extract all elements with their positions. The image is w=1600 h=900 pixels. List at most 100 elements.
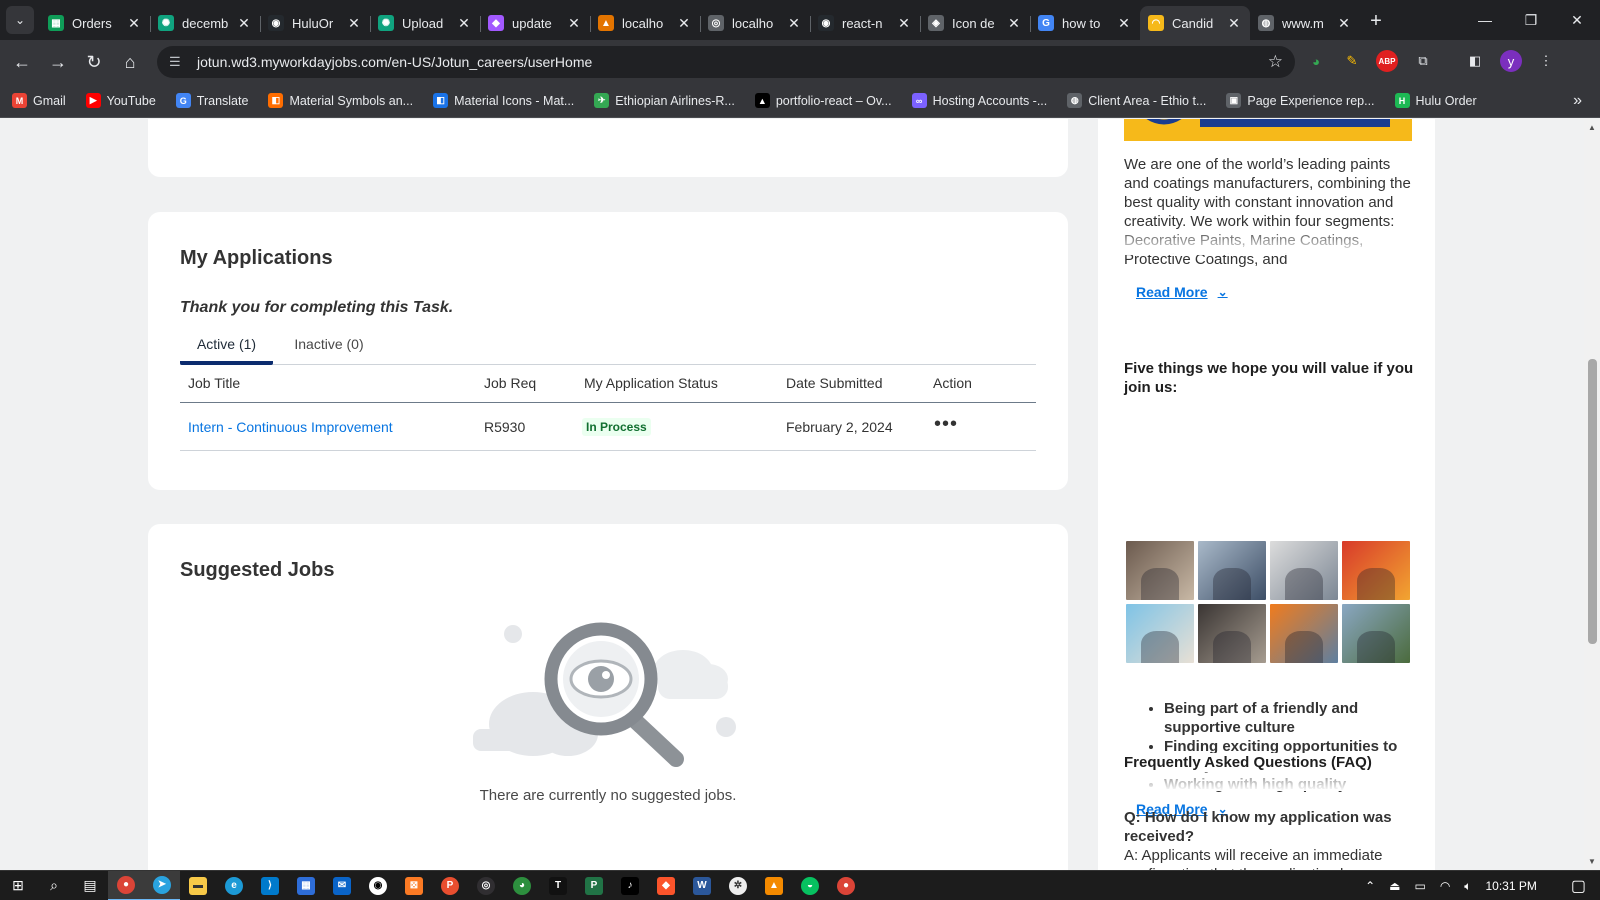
edge-icon[interactable]: e (216, 871, 252, 900)
volume-icon[interactable]: 🔈︎ (1464, 879, 1471, 894)
job-req-value: R5930 (484, 419, 526, 435)
tab-close-icon[interactable]: ✕ (346, 15, 362, 32)
browser-tab[interactable]: ✺ Upload ✕ (370, 6, 480, 40)
browser-tab[interactable]: ◈ Icon de ✕ (920, 6, 1030, 40)
browser-menu-icon[interactable]: ⋮ (1535, 50, 1557, 72)
color-picker-icon[interactable]: ◕ (504, 871, 540, 900)
tab-close-icon[interactable]: ✕ (896, 15, 912, 32)
adblock-plus-icon[interactable]: ABP (1376, 50, 1398, 72)
scroll-down-arrow-icon[interactable]: ▼ (1588, 857, 1596, 866)
mail-icon[interactable]: ✉ (324, 871, 360, 900)
postman-icon[interactable]: P (432, 871, 468, 900)
wechat-icon[interactable]: ◒ (792, 871, 828, 900)
vlc-icon[interactable]: ▲ (756, 871, 792, 900)
bookmark-item[interactable]: ◧ Material Symbols an... (268, 93, 413, 108)
browser-tab[interactable]: ✺ decemb ✕ (150, 6, 260, 40)
usb-icon[interactable]: ⏏ (1389, 879, 1400, 893)
bookmark-item[interactable]: G Translate (175, 93, 248, 108)
bookmark-item[interactable]: ◧ Material Icons - Mat... (433, 93, 574, 108)
tab-close-icon[interactable]: ✕ (566, 15, 582, 32)
extension-pen-icon[interactable]: ✎ (1341, 50, 1363, 72)
reload-icon[interactable]: ↻ (76, 44, 112, 80)
file-explorer-icon[interactable]: ▬ (180, 871, 216, 900)
row-actions-menu-button[interactable]: ••• (934, 414, 958, 434)
browser-tab[interactable]: ◆ update ✕ (480, 6, 590, 40)
address-bar[interactable]: ☰ jotun.wd3.myworkdayjobs.com/en-US/Jotu… (157, 46, 1295, 78)
bookmark-item[interactable]: ▲ portfolio-react – Ov... (754, 93, 892, 108)
tab-close-icon[interactable]: ✕ (1226, 15, 1242, 32)
notification-icon[interactable]: ▢ (1571, 876, 1586, 896)
browser-tab[interactable]: ◍ www.m ✕ (1250, 6, 1360, 40)
bookmark-item[interactable]: H Hulu Order (1394, 93, 1477, 108)
task-view-icon[interactable]: ▤ (72, 871, 108, 900)
browser-tab[interactable]: ◉ react-n ✕ (810, 6, 920, 40)
show-hidden-icons-icon[interactable]: ⌃ (1365, 879, 1375, 893)
bookmark-item[interactable]: ▶ YouTube (85, 93, 156, 108)
battery-icon[interactable]: ▭ (1414, 879, 1425, 893)
word-icon[interactable]: W (684, 871, 720, 900)
tiktok-icon[interactable]: ♪ (612, 871, 648, 900)
chrome-taskbar-icon[interactable]: ● (108, 870, 144, 900)
extensions-puzzle-icon[interactable]: ⧉ (1412, 50, 1434, 72)
tab-close-icon[interactable]: ✕ (236, 15, 252, 32)
profile-avatar[interactable]: y (1500, 50, 1522, 72)
tab-close-icon[interactable]: ✕ (126, 15, 142, 32)
scrollbar-thumb[interactable] (1588, 359, 1597, 644)
bookmark-item[interactable]: ∞ Hosting Accounts -... (911, 93, 1048, 108)
chrome-alt-icon[interactable]: ● (828, 871, 864, 900)
xampp-icon[interactable]: ⊠ (396, 871, 432, 900)
back-icon[interactable]: ← (4, 44, 40, 80)
clock-time[interactable]: 10:31 PM (1486, 879, 1537, 893)
tab-inactive-applications[interactable]: Inactive (0) (284, 327, 374, 365)
project-icon[interactable]: P (576, 871, 612, 900)
site-info-icon[interactable]: ☰ (169, 54, 189, 70)
brave-icon[interactable]: ◆ (648, 871, 684, 900)
new-tab-button[interactable]: + (1360, 10, 1392, 33)
minimize-icon[interactable]: — (1462, 0, 1508, 40)
browser-tab[interactable]: ◠ Candid ✕ (1140, 6, 1250, 40)
side-panel-icon[interactable]: ◧ (1464, 50, 1486, 72)
settings-gear-icon[interactable]: ✲ (720, 871, 756, 900)
obs-icon[interactable]: ◎ (468, 871, 504, 900)
bookmark-item[interactable]: ◍ Client Area - Ethio t... (1067, 93, 1206, 108)
tab-close-icon[interactable]: ✕ (676, 15, 692, 32)
tab-close-icon[interactable]: ✕ (1006, 15, 1022, 32)
forward-icon[interactable]: → (40, 44, 76, 80)
browser-tab[interactable]: ▲ localho ✕ (590, 6, 700, 40)
bookmark-item[interactable]: ▣ Page Experience rep... (1226, 93, 1375, 108)
browser-tab[interactable]: ◎ localho ✕ (700, 6, 810, 40)
windows-start-icon[interactable]: ⊞ (0, 871, 36, 900)
store-icon[interactable]: ▦ (288, 871, 324, 900)
bookmark-label: Gmail (33, 93, 66, 108)
more-bookmarks-icon[interactable]: » (1573, 92, 1582, 110)
search-icon[interactable]: ⌕ (36, 871, 72, 900)
url-text[interactable]: jotun.wd3.myworkdayjobs.com/en-US/Jotun_… (197, 54, 592, 70)
telegram-taskbar-icon[interactable]: ➤ (144, 870, 180, 900)
tab-close-icon[interactable]: ✕ (1116, 15, 1132, 32)
tab-search-chevron-icon[interactable]: ⌄ (6, 6, 34, 34)
browser-tab[interactable]: ◉ HuluOr ✕ (260, 6, 370, 40)
scroll-up-arrow-icon[interactable]: ▲ (1588, 123, 1596, 132)
bookmark-item[interactable]: M Gmail (12, 93, 66, 108)
wifi-icon[interactable]: ◠ (1440, 879, 1450, 893)
page-scrollbar[interactable]: ▲ ▼ (1584, 119, 1600, 870)
close-window-icon[interactable]: ✕ (1554, 0, 1600, 40)
home-icon[interactable]: ⌂ (112, 44, 148, 80)
extension-colorzilla-icon[interactable]: ◕ (1305, 50, 1327, 72)
typora-icon[interactable]: T (540, 871, 576, 900)
bookmark-label: Hosting Accounts -... (932, 93, 1048, 108)
bookmark-item[interactable]: ✈ Ethiopian Airlines-R... (594, 93, 735, 108)
read-more-about-link[interactable]: Read More ⌄ (1136, 284, 1228, 300)
restore-icon[interactable]: ❐ (1508, 0, 1554, 40)
job-title-link[interactable]: Intern - Continuous Improvement (188, 419, 393, 435)
read-more-values-link[interactable]: Read More ⌄ (1136, 801, 1228, 817)
tab-close-icon[interactable]: ✕ (1336, 15, 1352, 32)
browser-tab[interactable]: Ghow to ✕ (1030, 6, 1140, 40)
tab-close-icon[interactable]: ✕ (456, 15, 472, 32)
bookmark-star-icon[interactable]: ☆ (1268, 52, 1283, 72)
tab-close-icon[interactable]: ✕ (786, 15, 802, 32)
vscode-icon[interactable]: ⟩ (252, 871, 288, 900)
github-desktop-icon[interactable]: ◉ (360, 871, 396, 900)
browser-tab[interactable]: ▦ Orders ✕ (40, 6, 150, 40)
tab-active-applications[interactable]: Active (1) (180, 327, 273, 365)
